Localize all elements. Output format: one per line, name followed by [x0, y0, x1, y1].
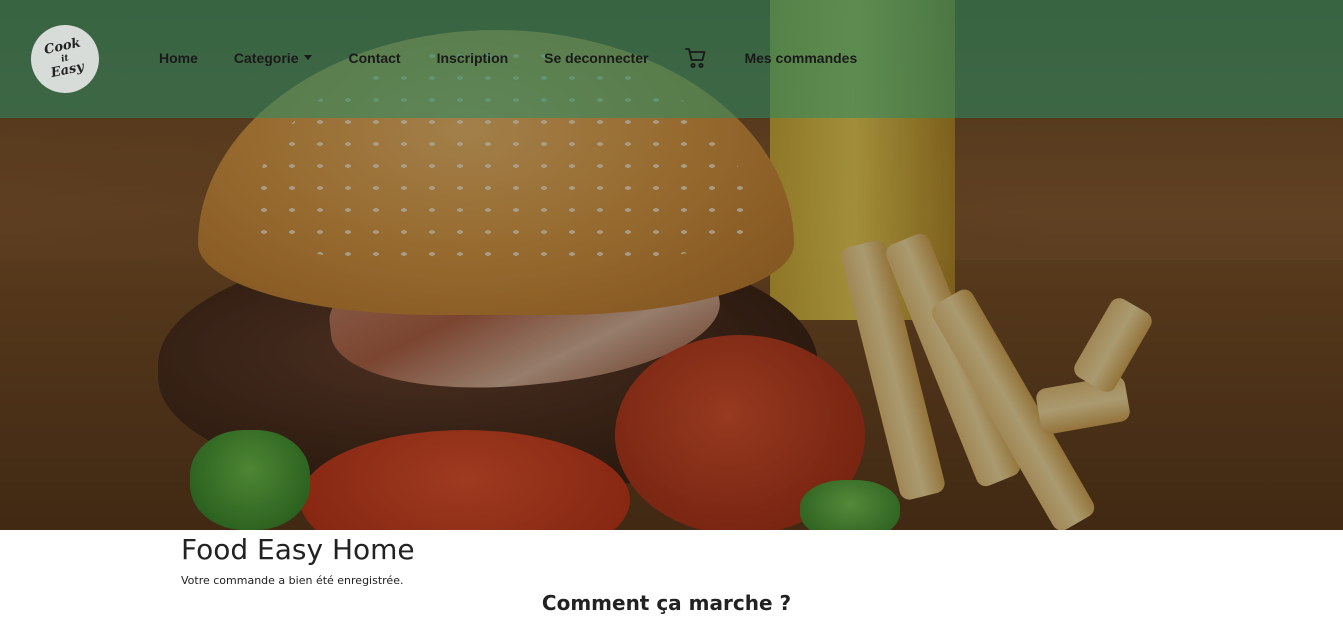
- nav-link-inscription[interactable]: Inscription: [437, 47, 509, 69]
- nav-link-commandes[interactable]: Mes commandes: [744, 47, 857, 69]
- section-title: Comment ça marche ?: [0, 588, 1343, 618]
- nav-link-logout[interactable]: Se deconnecter: [544, 47, 648, 69]
- page-title: Food Easy Home: [181, 533, 415, 566]
- main-content: Food Easy Home Votre commande a bien été…: [181, 532, 1181, 588]
- nav-link-contact[interactable]: Contact: [348, 47, 400, 69]
- nav-link-categorie[interactable]: Categorie: [234, 47, 313, 69]
- section-title-text: Comment ça marche ?: [541, 591, 792, 615]
- navbar: Cook it Easy Home Categorie Contact Insc…: [0, 0, 1343, 118]
- nav-link-home[interactable]: Home: [159, 47, 198, 69]
- order-confirmation-message: Votre commande a bien été enregistrée.: [181, 574, 404, 587]
- nav-menu: Home Categorie Contact Inscription Se de…: [159, 47, 857, 69]
- nav-link-categorie-label: Categorie: [233, 50, 299, 66]
- brand-logo[interactable]: Cook it Easy: [24, 18, 106, 100]
- shopping-cart-icon[interactable]: [684, 46, 708, 70]
- caret-down-icon: [304, 55, 313, 60]
